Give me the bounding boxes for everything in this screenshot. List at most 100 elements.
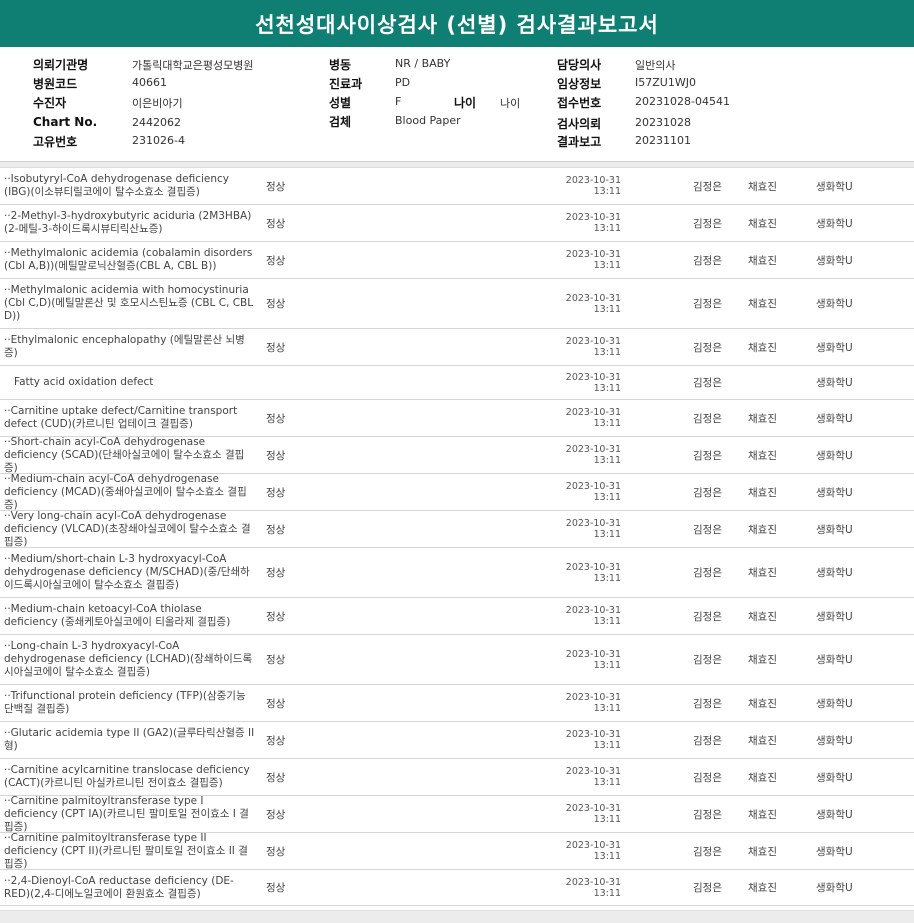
test-name: ··Isobutyryl-CoA dehydrogenase deficienc… — [4, 173, 230, 198]
table-row[interactable]: ··Carnitine uptake defect/Carnitine tran… — [0, 400, 914, 437]
report-date: 2023-10-31 — [565, 803, 621, 814]
report-time: 13:11 — [593, 887, 621, 899]
tester-name: 김정은 — [693, 341, 722, 354]
test-result: 정상 — [266, 567, 286, 579]
lab-department: 생화학U — [816, 412, 853, 425]
lab-department: 생화학U — [816, 567, 853, 579]
table-row[interactable]: ··Short-chain acyl-CoA dehydrogenase def… — [0, 436, 914, 474]
test-result: 정상 — [266, 808, 286, 821]
report-time: 13:11 — [593, 740, 621, 751]
report-datetime: 2023-10-31 13:11 — [316, 212, 636, 234]
reviewer-name: 채효진 — [748, 254, 777, 267]
table-row[interactable]: ··Carnitine palmitoyltransferase type II… — [0, 832, 914, 870]
report-title-bar: 선천성대사이상검사 (선별) 검사결과보고서 — [0, 0, 914, 47]
reviewer-name: 채효진 — [748, 180, 777, 193]
table-row[interactable]: ··Ethylmalonic encephalopathy (에틸말론산 뇌병증… — [0, 329, 914, 366]
table-row[interactable]: ··2-Methyl-3-hydroxybutyric aciduria (2M… — [0, 205, 914, 242]
label-test-request: 검사의뢰 — [557, 117, 602, 131]
test-name: ··Medium/short-chain L-3 hydroxyacyl-CoA… — [4, 553, 250, 591]
report-time: 13:11 — [593, 572, 621, 584]
lab-department: 생화학U — [816, 254, 853, 267]
table-row[interactable]: ··Methylmalonic acidemia with homocystin… — [0, 279, 914, 329]
report-datetime: 2023-10-31 13:11 — [316, 729, 636, 751]
test-result: 정상 — [266, 523, 286, 536]
lab-department: 생화학U — [816, 341, 853, 354]
report-datetime: 2023-10-31 13:11 — [316, 444, 636, 466]
report-date: 2023-10-31 — [565, 648, 621, 660]
table-row[interactable]: ··Isobutyryl-CoA dehydrogenase deficienc… — [0, 168, 914, 205]
lab-department: 생화학U — [816, 610, 853, 623]
test-result: 정상 — [266, 254, 286, 267]
table-row[interactable]: ··Carnitine palmitoyltransferase type I … — [0, 795, 914, 833]
table-row[interactable]: ··Medium-chain acyl-CoA dehydrogenase de… — [0, 472, 914, 511]
table-row[interactable]: ··Medium/short-chain L-3 hydroxyacyl-CoA… — [0, 548, 914, 598]
report-datetime: 2023-10-31 13:11 — [316, 649, 636, 671]
reviewer-name: 채효진 — [748, 697, 777, 710]
tester-name: 김정은 — [693, 486, 722, 499]
report-time: 13:11 — [593, 659, 621, 671]
label-clinical-info: 임상정보 — [557, 77, 602, 91]
lab-department: 생화학U — [816, 449, 853, 462]
value-test-request: 20231028 — [635, 116, 691, 129]
report-date: 2023-10-31 — [565, 605, 621, 616]
report-time: 13:11 — [593, 303, 621, 315]
tester-name: 김정은 — [693, 734, 722, 747]
test-result: 정상 — [266, 341, 286, 354]
report-date: 2023-10-31 — [565, 407, 621, 418]
reviewer-name: 채효진 — [748, 341, 777, 354]
report-datetime: 2023-10-31 13:11 — [316, 877, 636, 899]
patient-info-panel: 의뢰기관명 가톨릭대학교은평성모병원 병원코드 40661 수진자 이은비아기 … — [0, 47, 914, 162]
tester-name: 김정은 — [693, 377, 722, 389]
tester-name: 김정은 — [693, 180, 722, 193]
lab-department: 생화학U — [816, 845, 853, 858]
tester-name: 김정은 — [693, 412, 722, 425]
tester-name: 김정은 — [693, 298, 722, 310]
test-result: 정상 — [266, 449, 286, 462]
table-row[interactable]: Fatty acid oxidation defect 2023-10-31 13:… — [0, 366, 914, 400]
value-ward: NR / BABY — [395, 57, 451, 70]
test-name: ··Methylmalonic acidemia with homocystin… — [4, 284, 254, 322]
table-row[interactable]: ··Very long-chain acyl-CoA dehydrogenase… — [0, 510, 914, 548]
report-time: 13:11 — [593, 382, 621, 394]
test-result: 정상 — [266, 180, 286, 193]
report-date: 2023-10-31 — [565, 371, 621, 383]
report-time: 13:11 — [593, 223, 621, 234]
report-date: 2023-10-31 — [565, 518, 621, 529]
lab-department: 생화학U — [816, 882, 853, 894]
value-chart-no: 2442062 — [132, 116, 181, 129]
table-row[interactable]: ··2,4-Dienoyl-CoA reductase deficiency (… — [0, 870, 914, 906]
lab-department: 생화학U — [816, 377, 853, 389]
table-row[interactable]: ··Methylmalonic acidemia (cobalamin diso… — [0, 242, 914, 279]
value-clinical-info: I57ZU1WJ0 — [635, 76, 696, 89]
label-unique-number: 고유번호 — [33, 135, 78, 149]
result-list: ··Isobutyryl-CoA dehydrogenase deficienc… — [0, 168, 914, 906]
report-time: 13:11 — [593, 529, 621, 540]
report-date: 2023-10-31 — [565, 481, 621, 492]
value-patient: 이은비아기 — [132, 97, 183, 110]
table-row[interactable]: ··Medium-chain ketoacyl-CoA thiolase def… — [0, 598, 914, 635]
report-datetime: 2023-10-31 13:11 — [316, 803, 636, 825]
test-name: ··Trifunctional protein deficiency (TFP)… — [4, 690, 246, 715]
table-row[interactable]: ··Carnitine acylcarnitine translocase de… — [0, 759, 914, 796]
table-row[interactable]: ··Trifunctional protein deficiency (TFP)… — [0, 685, 914, 722]
test-name: ··Carnitine acylcarnitine translocase de… — [4, 764, 250, 789]
table-row[interactable]: ··Long-chain L-3 hydroxyacyl-CoA dehydro… — [0, 635, 914, 685]
report-date: 2023-10-31 — [565, 336, 621, 347]
reviewer-name: 채효진 — [748, 845, 777, 858]
table-row[interactable]: ··Glutaric acidemia type II (GA2)(글루타릭산혈… — [0, 722, 914, 759]
test-result: 정상 — [266, 217, 286, 230]
lab-department: 생화학U — [816, 771, 853, 784]
report-time: 13:11 — [593, 851, 621, 862]
report-time: 13:11 — [593, 418, 621, 429]
reviewer-name: 채효진 — [748, 882, 777, 894]
tester-name: 김정은 — [693, 697, 722, 710]
label-patient: 수진자 — [33, 96, 67, 110]
test-name: ··Medium-chain acyl-CoA dehydrogenase de… — [4, 472, 247, 511]
report-time: 13:11 — [593, 455, 621, 466]
label-sex: 성별 — [329, 96, 352, 110]
test-result: 정상 — [266, 298, 286, 310]
report-datetime: 2023-10-31 13:11 — [316, 692, 636, 714]
report-time: 13:11 — [593, 703, 621, 714]
lab-department: 생화학U — [816, 486, 853, 499]
label-specimen: 검체 — [329, 115, 352, 129]
